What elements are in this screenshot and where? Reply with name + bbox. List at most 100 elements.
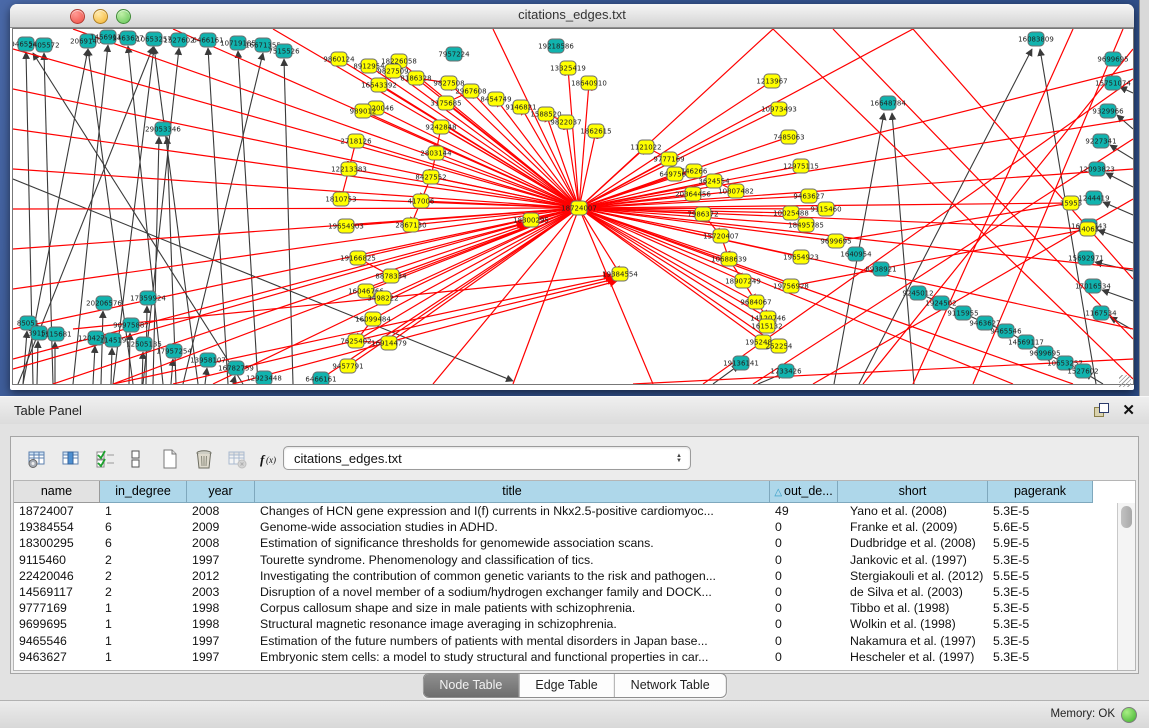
network-node[interactable]: 6466161	[305, 372, 336, 384]
network-node[interactable]: 19136141	[723, 356, 759, 370]
column-header-short[interactable]: short	[838, 481, 988, 503]
table-row[interactable]: 1830029562008Estimation of significance …	[14, 535, 1118, 551]
citation-edge-black[interactable]	[1102, 290, 1133, 301]
table-row[interactable]: 911546021997Tourette syndrome. Phenomeno…	[14, 552, 1118, 568]
network-node[interactable]: 1810753	[325, 192, 356, 206]
float-panel-icon[interactable]	[1094, 403, 1109, 418]
tab-network-table[interactable]: Network Table	[615, 674, 726, 697]
network-node[interactable]: 1213967	[756, 74, 787, 88]
network-node[interactable]: 19218586	[538, 39, 574, 53]
network-node[interactable]: 7957224	[438, 47, 470, 61]
table-row[interactable]: 946362711997Embryonic stem cells: a mode…	[14, 649, 1118, 665]
row-height-icon[interactable]	[123, 446, 149, 472]
network-node[interactable]: 7625402	[340, 334, 371, 348]
network-node[interactable]: 9457791	[332, 359, 363, 373]
function-fx-icon[interactable]: f(x)	[259, 446, 285, 472]
network-node[interactable]: 29053346	[145, 122, 181, 136]
table-source-select[interactable]: citations_edges.txt ▲▼	[283, 446, 691, 470]
delete-trash-icon[interactable]	[191, 446, 217, 472]
network-canvas[interactable]: 9465546240557220691406145691179463627106…	[12, 28, 1134, 385]
table-settings-icon[interactable]	[25, 446, 51, 472]
column-header-name[interactable]: name	[14, 481, 100, 503]
network-node[interactable]: 9860124	[323, 52, 355, 66]
citation-edge-red[interactable]	[113, 208, 579, 384]
network-window-titlebar[interactable]: citations_edges.txt	[10, 4, 1134, 28]
column-header-in_degree[interactable]: in_degree	[100, 481, 187, 503]
network-node[interactable]: 16099484	[355, 312, 391, 326]
citation-edge-black[interactable]	[93, 346, 95, 384]
network-node[interactable]: 1121022	[630, 140, 661, 154]
network-node[interactable]: 16914479	[371, 336, 407, 350]
column-header-title[interactable]: title	[255, 481, 770, 503]
network-node[interactable]: 1640954	[840, 247, 872, 261]
citation-edge-red[interactable]	[579, 208, 620, 274]
citation-edge-red[interactable]	[313, 208, 579, 384]
network-node[interactable]: 20206576	[86, 296, 122, 310]
network-node[interactable]: 9329966	[1092, 104, 1124, 118]
network-node[interactable]: 90975887	[113, 318, 149, 332]
network-node[interactable]: 2718126	[340, 134, 372, 148]
network-node[interactable]: 9115460	[810, 202, 841, 216]
network-node[interactable]: 18640910	[571, 76, 607, 90]
network-node[interactable]: 9699695	[1097, 52, 1128, 66]
network-window[interactable]: citations_edges.txt 94655462405572206914…	[10, 4, 1134, 390]
column-header-out_de[interactable]: △out_de...	[770, 481, 838, 503]
column-checks-icon[interactable]	[93, 446, 119, 472]
column-header-pagerank[interactable]: pagerank	[988, 481, 1093, 503]
citation-edge-red[interactable]	[579, 83, 589, 208]
table-row[interactable]: 2242004622012Investigating the contribut…	[14, 568, 1118, 584]
citation-edge-black[interactable]	[1120, 87, 1133, 93]
tab-edge-table[interactable]: Edge Table	[519, 674, 614, 697]
network-node[interactable]: 10973493	[761, 102, 797, 116]
network-node[interactable]: 16648784	[870, 96, 906, 110]
citation-edge-black[interactable]	[1106, 173, 1133, 187]
scrollbar-thumb[interactable]	[1121, 506, 1132, 528]
citation-edge-red[interactable]	[356, 141, 579, 208]
network-node[interactable]: 16083809	[1018, 32, 1054, 46]
table-row[interactable]: 969969511998Structural magnetic resonanc…	[14, 616, 1118, 632]
citation-edge-black[interactable]	[284, 59, 293, 384]
network-node[interactable]: 19654923	[783, 250, 819, 264]
network-node[interactable]: 15953	[1060, 196, 1082, 210]
table-row[interactable]: 1938455462009Genome-wide association stu…	[14, 519, 1118, 535]
memory-ok-indicator[interactable]	[1121, 707, 1137, 723]
citation-edge-black[interactable]	[1040, 49, 1096, 384]
citation-edge-black[interactable]	[238, 51, 258, 384]
table-scrollbar[interactable]	[1117, 503, 1135, 670]
network-node[interactable]: 12093823	[1079, 162, 1115, 176]
citation-edge-red[interactable]	[568, 68, 579, 208]
citation-edge-black[interactable]	[233, 376, 235, 384]
table-column-icon[interactable]	[59, 446, 85, 472]
network-node[interactable]: 9684067	[740, 295, 771, 309]
network-node[interactable]: 8427552	[415, 170, 446, 184]
network-node[interactable]: 6466161	[192, 33, 223, 47]
network-node[interactable]: 19654903	[328, 219, 364, 233]
network-node[interactable]: 13325419	[550, 61, 586, 75]
network-node[interactable]: 8938921	[865, 262, 896, 276]
network-node[interactable]: 14063	[1077, 222, 1099, 236]
network-node[interactable]: 19384554	[602, 267, 638, 281]
citation-edge-black[interactable]	[101, 311, 103, 384]
table-row[interactable]: 946554611997Estimation of the future num…	[14, 633, 1118, 649]
column-header-year[interactable]: year	[187, 481, 255, 503]
citation-edge-black[interactable]	[183, 53, 263, 384]
new-document-icon[interactable]	[157, 446, 183, 472]
network-node[interactable]: 15720407	[703, 229, 739, 243]
network-node[interactable]: 7485063	[773, 130, 804, 144]
citation-edge-red[interactable]	[579, 208, 1013, 384]
close-panel-icon[interactable]: ✕	[1122, 401, 1135, 419]
table-row[interactable]: 977716911998Corpus callosum shape and si…	[14, 600, 1118, 616]
citation-edge-black[interactable]	[1098, 230, 1133, 243]
citation-edge-black[interactable]	[1117, 115, 1133, 129]
network-node[interactable]: 16543392	[361, 78, 397, 92]
table-row[interactable]: 1872400712008Changes of HCN gene express…	[14, 503, 1118, 519]
network-node[interactable]: 8878334	[375, 269, 407, 283]
network-node[interactable]: 15751074	[1095, 76, 1131, 90]
network-node[interactable]: 9699695	[820, 234, 851, 248]
citation-edge-black[interactable]	[111, 348, 112, 384]
table-row[interactable]: 1456911722003Disruption of a novel membe…	[14, 584, 1118, 600]
citation-edge-red[interactable]	[579, 208, 1073, 384]
tab-node-table[interactable]: Node Table	[423, 674, 519, 697]
citation-edge-black[interactable]	[142, 352, 143, 384]
citation-edge-red[interactable]	[13, 208, 579, 209]
